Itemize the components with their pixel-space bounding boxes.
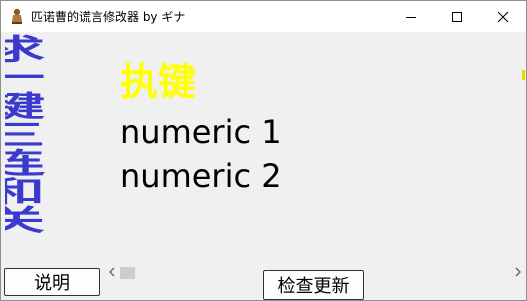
close-button[interactable]: [480, 1, 526, 32]
main-panel: 执键 numeric 1 numeric 2: [105, 34, 525, 264]
puppet-icon: [12, 8, 22, 24]
hotkey-heading: 执键: [120, 60, 197, 104]
explain-button[interactable]: 说明: [4, 268, 100, 296]
edge-mark: [522, 70, 525, 80]
app-window: 匹诺曹的谎言修改器 by ギナ 求一键三连和关注 执键 numeric 1 nu…: [0, 0, 527, 301]
check-update-button[interactable]: 检查更新: [263, 270, 364, 300]
hotkey-line-1: numeric 1: [120, 113, 282, 151]
chevron-right-icon[interactable]: [514, 267, 522, 277]
maximize-icon: [452, 11, 462, 22]
close-icon: [497, 11, 509, 22]
sidebar-banner-text: 求一键三连和关注: [5, 34, 43, 234]
title-bar[interactable]: 匹诺曹的谎言修改器 by ギナ: [1, 1, 526, 32]
maximize-button[interactable]: [434, 1, 480, 32]
hotkey-line-2: numeric 2: [120, 157, 282, 195]
minimize-button[interactable]: [388, 1, 434, 32]
scrollbar-thumb[interactable]: [120, 267, 135, 279]
minimize-icon: [406, 16, 416, 18]
chevron-left-icon[interactable]: [108, 267, 116, 277]
window-title: 匹诺曹的谎言修改器 by ギナ: [31, 10, 186, 24]
sidebar-banner: 求一键三连和关注: [5, 34, 98, 264]
